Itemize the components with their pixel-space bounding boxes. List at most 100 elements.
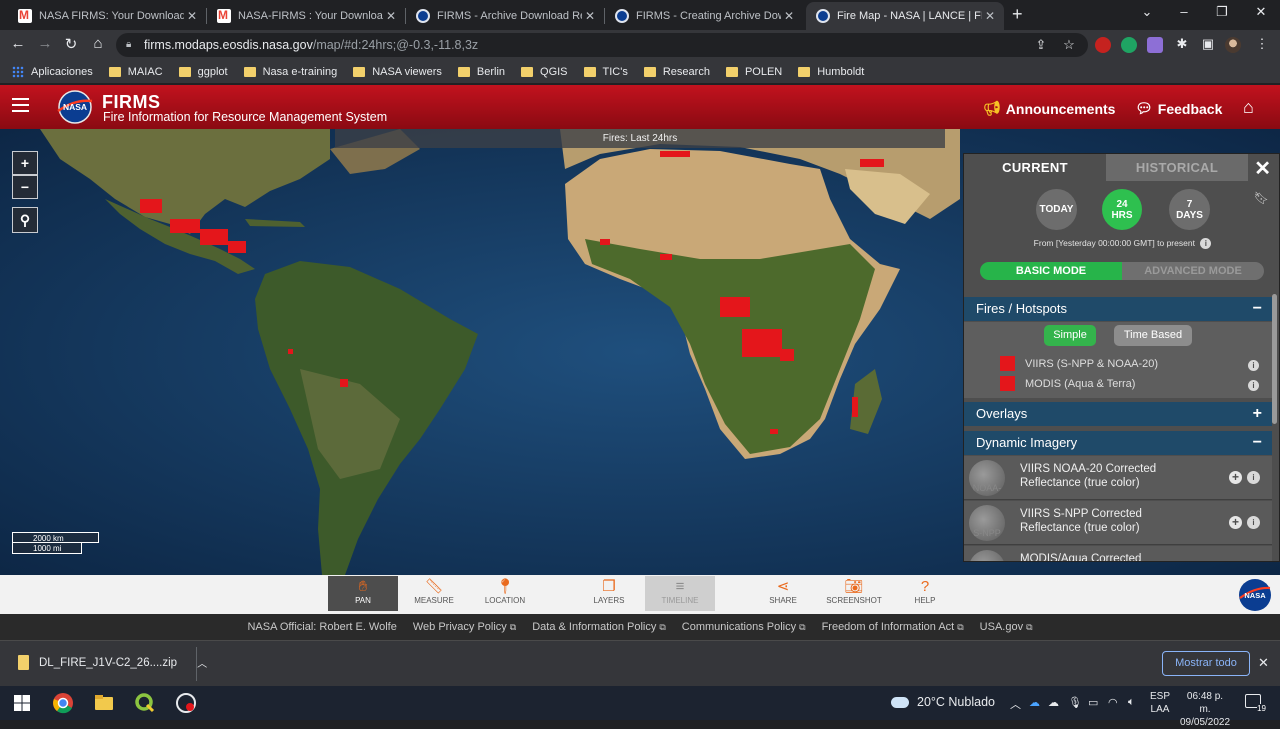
period-today-button[interactable]: TODAY	[1036, 189, 1077, 230]
wifi-icon[interactable]: ◠	[1108, 696, 1118, 709]
bookmark-folder[interactable]: Nasa e-training	[243, 66, 337, 78]
time-based-button[interactable]: Time Based	[1114, 325, 1192, 346]
period-24hrs-button[interactable]: 24 HRS	[1102, 189, 1142, 230]
info-icon[interactable]: i	[1248, 360, 1259, 371]
minimize-button[interactable]: –	[1174, 4, 1194, 19]
info-icon[interactable]: i	[1247, 471, 1260, 484]
help-tool-button[interactable]: ? HELP	[890, 576, 960, 611]
collapse-icon[interactable]: −	[1253, 431, 1262, 455]
forward-icon[interactable]: →	[35, 35, 55, 52]
address-bar[interactable]: 🔒︎ firms.modaps.eosdis.nasa.gov/map/#d:2…	[116, 33, 1088, 57]
imagery-item[interactable]: MODIS/Aqua Corrected	[964, 546, 1272, 561]
info-icon[interactable]: i	[1248, 380, 1259, 391]
zoom-in-button[interactable]: +	[12, 151, 38, 175]
share-page-icon[interactable]: ⇪	[1032, 33, 1050, 57]
windows-start-icon[interactable]	[10, 691, 34, 715]
close-icon[interactable]: ✕	[1258, 655, 1269, 671]
bookmark-folder[interactable]: POLEN	[725, 66, 782, 78]
home-icon[interactable]: ⌂	[88, 35, 108, 52]
tab-historical[interactable]: HISTORICAL	[1106, 154, 1248, 181]
imagery-item[interactable]: S-NPP VIIRS S-NPP Corrected Reflectance …	[964, 501, 1272, 545]
grammarly-icon[interactable]	[1121, 37, 1137, 53]
browser-tab-active[interactable]: Fire Map - NASA | LANCE | FIRMS ✕	[806, 2, 1004, 30]
legend-modis[interactable]: MODIS (Aqua & Terra)	[1000, 376, 1135, 391]
screen-recorder-icon[interactable]	[174, 691, 198, 715]
chrome-icon[interactable]	[51, 691, 75, 715]
show-all-downloads-button[interactable]: Mostrar todo	[1162, 651, 1250, 676]
bookmark-apps[interactable]: Aplicaciones	[12, 65, 93, 78]
chevron-up-icon[interactable]: ︿	[1010, 696, 1021, 712]
footer-link[interactable]: Web Privacy Policy ⧉	[413, 621, 516, 633]
bookmark-icon[interactable]: 🔖︎	[1254, 191, 1269, 205]
browser-tab[interactable]: NASA-FIRMS : Your Download Re ✕	[207, 2, 405, 30]
system-clock[interactable]: 06:48 p. m. 09/05/2022	[1180, 690, 1230, 729]
add-layer-icon[interactable]: +	[1229, 471, 1242, 484]
panel-scrollbar[interactable]	[1272, 294, 1277, 424]
footer-link[interactable]: Freedom of Information Act ⧉	[822, 621, 964, 633]
close-icon[interactable]: ✕	[781, 9, 797, 23]
expand-icon[interactable]: +	[1253, 402, 1262, 426]
browser-tab[interactable]: FIRMS - Archive Download Requ ✕	[406, 2, 604, 30]
basic-mode-button[interactable]: BASIC MODE	[980, 262, 1122, 280]
footer-link[interactable]: Communications Policy ⧉	[682, 621, 806, 633]
close-icon[interactable]: ✕	[184, 9, 200, 23]
notifications-icon[interactable]: 19	[1245, 694, 1266, 713]
advanced-mode-button[interactable]: ADVANCED MODE	[1122, 262, 1264, 280]
onedrive-icon[interactable]: ☁︎	[1029, 696, 1040, 709]
close-panel-icon[interactable]: ✕	[1254, 156, 1271, 181]
bookmark-folder[interactable]: ggplot	[178, 66, 228, 78]
bookmark-folder[interactable]: Humboldt	[798, 66, 864, 78]
chevron-up-icon[interactable]: ︿	[197, 655, 207, 670]
feedback-link[interactable]: 💬︎ Feedback	[1135, 100, 1222, 117]
timeline-tool-button[interactable]: ≡ TIMELINE	[645, 576, 715, 611]
file-explorer-icon[interactable]	[92, 691, 116, 715]
input-language[interactable]: ESP LAA	[1150, 690, 1170, 716]
nasa-meatball-logo[interactable]: NASA	[1238, 578, 1272, 612]
close-icon[interactable]: ✕	[383, 9, 399, 23]
home-icon[interactable]: ⌂	[1243, 97, 1254, 118]
close-icon[interactable]: ✕	[982, 9, 998, 23]
browser-tab[interactable]: FIRMS - Creating Archive Downlo ✕	[605, 2, 803, 30]
extension-icon[interactable]	[1147, 37, 1163, 53]
section-overlays[interactable]: Overlays +	[964, 402, 1272, 426]
location-tool-button[interactable]: 📍︎ LOCATION	[470, 576, 540, 611]
qgis-icon[interactable]	[133, 691, 157, 715]
info-icon[interactable]: i	[1200, 238, 1212, 249]
info-icon[interactable]: i	[1247, 516, 1260, 529]
nasa-logo[interactable]: NASA	[55, 89, 95, 125]
section-fires-hotspots[interactable]: Fires / Hotspots −	[964, 297, 1272, 321]
add-layer-icon[interactable]: +	[1229, 516, 1242, 529]
footer-link[interactable]: Data & Information Policy ⧉	[532, 621, 666, 633]
bookmark-folder[interactable]: QGIS	[521, 66, 568, 78]
measure-tool-button[interactable]: 📏︎ MEASURE	[399, 576, 469, 611]
hamburger-menu-icon[interactable]	[12, 98, 29, 114]
footer-link[interactable]: USA.gov ⧉	[980, 621, 1033, 633]
announcements-link[interactable]: 📢︎ Announcements	[983, 100, 1115, 117]
weather-widget[interactable]: 20°C Nublado	[891, 695, 995, 709]
locate-pin-icon[interactable]: ⚲	[12, 207, 38, 233]
collapse-icon[interactable]: −	[1253, 297, 1262, 321]
zoom-out-button[interactable]: −	[12, 175, 38, 199]
share-tool-button[interactable]: ⋖ SHARE	[748, 576, 818, 611]
close-icon[interactable]: ✕	[582, 9, 598, 23]
period-7days-button[interactable]: 7 DAYS	[1169, 189, 1210, 230]
reload-icon[interactable]: ↻	[61, 35, 81, 53]
avatar[interactable]	[1225, 37, 1241, 53]
legend-viirs[interactable]: VIIRS (S-NPP & NOAA-20)	[1000, 356, 1158, 371]
simple-button[interactable]: Simple	[1044, 325, 1096, 346]
menu-kebab-icon[interactable]: ⋮	[1253, 36, 1271, 52]
maximize-button[interactable]: ❐	[1212, 4, 1232, 20]
layers-tool-button[interactable]: ❐ LAYERS	[574, 576, 644, 611]
tab-search-icon[interactable]: ⌄	[1137, 4, 1157, 20]
battery-icon[interactable]: ▭	[1088, 696, 1098, 709]
volume-icon[interactable]: 🔈︎	[1128, 696, 1135, 709]
bookmark-folder[interactable]: MAIAC	[108, 66, 163, 78]
extension-icon[interactable]	[1095, 37, 1111, 53]
mode-toggle[interactable]: BASIC MODE ADVANCED MODE	[980, 262, 1264, 280]
browser-tab[interactable]: NASA FIRMS: Your Download Re ✕	[8, 2, 206, 30]
bookmark-star-icon[interactable]: ☆	[1060, 33, 1078, 57]
new-tab-button[interactable]: +	[1012, 4, 1032, 25]
extensions-puzzle-icon[interactable]: ✱	[1173, 36, 1191, 52]
microphone-icon[interactable]: 🎙︎	[1068, 696, 1082, 709]
bookmark-folder[interactable]: Berlin	[457, 66, 505, 78]
